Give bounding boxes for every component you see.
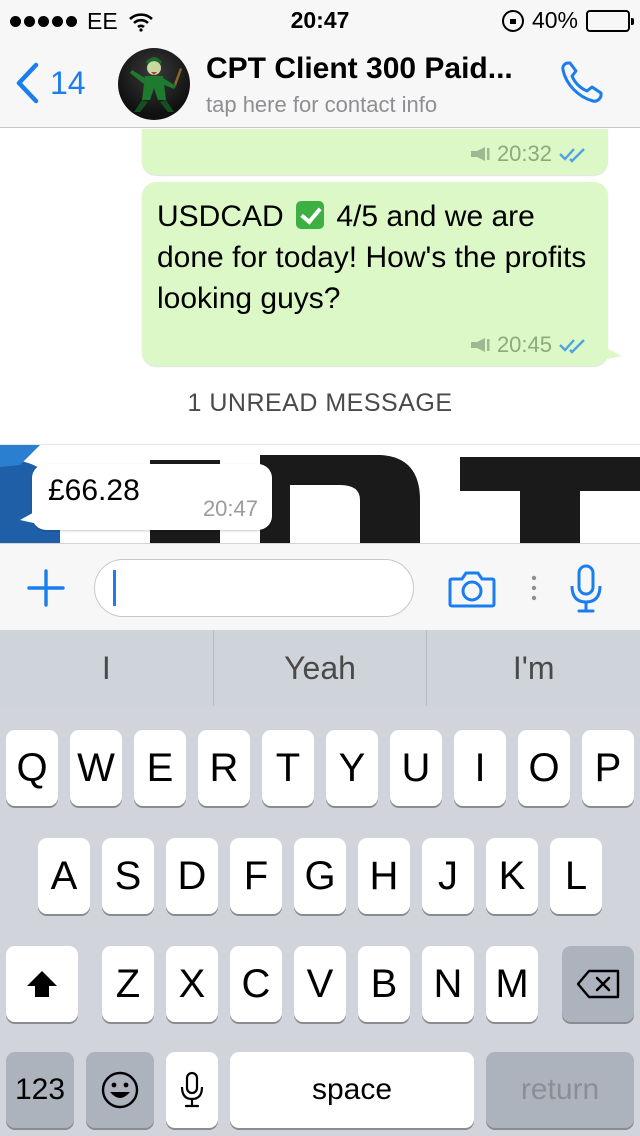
key-y[interactable]: Y: [326, 730, 378, 806]
contact-info-hint[interactable]: tap here for contact info: [206, 92, 437, 118]
message-time: 20:32: [496, 141, 552, 166]
key-o[interactable]: O: [518, 730, 570, 806]
camera-icon[interactable]: [448, 570, 496, 608]
message-bubble-outgoing[interactable]: USDCAD 4/5 and we are done for today! Ho…: [142, 182, 622, 366]
message-text: USDCAD 4/5 and we are done for today! Ho…: [157, 196, 597, 319]
avatar-figure-icon: [130, 57, 182, 112]
phone-call-icon[interactable]: [558, 58, 606, 106]
key-p[interactable]: P: [582, 730, 634, 806]
key-a[interactable]: A: [38, 838, 90, 914]
shift-key[interactable]: [6, 946, 78, 1022]
key-c[interactable]: C: [230, 946, 282, 1022]
key-u[interactable]: U: [390, 730, 442, 806]
contact-name[interactable]: CPT Client 300 Paid...: [206, 52, 513, 86]
unread-messages-banner: 1 UNREAD MESSAGE: [187, 389, 453, 417]
chat-area[interactable]: 20:32 USDCAD 4/5 and we are done for tod…: [0, 129, 640, 543]
key-v[interactable]: V: [294, 946, 346, 1022]
key-n[interactable]: N: [422, 946, 474, 1022]
shift-arrow-icon: [27, 971, 57, 997]
key-j[interactable]: J: [422, 838, 474, 914]
backspace-key[interactable]: [562, 946, 634, 1022]
more-dots-icon: [531, 575, 537, 601]
battery-icon: [586, 9, 634, 32]
key-e[interactable]: E: [134, 730, 186, 806]
text-caret: [113, 570, 116, 606]
key-b[interactable]: B: [358, 946, 410, 1022]
chat-header: 14 CPT Client 300 Paid... tap here for c…: [0, 40, 640, 128]
return-key[interactable]: return: [486, 1052, 634, 1128]
emoji-key[interactable]: [86, 1052, 154, 1128]
key-z[interactable]: Z: [102, 946, 154, 1022]
battery-percent: 40%: [531, 7, 578, 33]
rotation-lock-icon: [501, 9, 524, 32]
key-q[interactable]: Q: [6, 730, 58, 806]
numbers-key[interactable]: 123: [6, 1052, 74, 1128]
key-s[interactable]: S: [102, 838, 154, 914]
message-bubble-outgoing[interactable]: 20:32: [142, 129, 608, 175]
key-i[interactable]: I: [454, 730, 506, 806]
message-time: 20:47: [202, 496, 258, 521]
back-count: 14: [50, 64, 86, 101]
read-ticks-icon: [559, 148, 585, 163]
key-h[interactable]: H: [358, 838, 410, 914]
key-d[interactable]: D: [166, 838, 218, 914]
emoji-smiley-icon: [101, 1071, 139, 1109]
key-x[interactable]: X: [166, 946, 218, 1022]
back-button[interactable]: 14: [14, 62, 86, 104]
suggestion-item[interactable]: I'm: [426, 630, 640, 706]
key-g[interactable]: G: [294, 838, 346, 914]
dictation-mic-icon: [180, 1071, 204, 1108]
status-bar: EE 20:47 40%: [0, 0, 640, 40]
key-f[interactable]: F: [230, 838, 282, 914]
backspace-icon: [576, 969, 620, 999]
message-meta: 20:45: [469, 332, 590, 358]
key-r[interactable]: R: [198, 730, 250, 806]
keyboard: Q W E R T Y U I O P A S D F G H J K L Z …: [0, 706, 640, 1136]
predictive-text-bar: I Yeah I'm: [0, 630, 640, 706]
suggestion-item[interactable]: Yeah: [212, 630, 427, 706]
read-ticks-icon: [559, 339, 585, 354]
contact-avatar[interactable]: [118, 48, 190, 120]
microphone-icon[interactable]: [568, 564, 604, 614]
broadcast-megaphone-icon: [470, 147, 490, 161]
message-input[interactable]: [94, 559, 414, 617]
key-t[interactable]: T: [262, 730, 314, 806]
key-m[interactable]: M: [486, 946, 538, 1022]
check-mark-emoji-icon: [296, 201, 325, 229]
message-text: £66.28: [48, 474, 140, 507]
space-key[interactable]: space: [230, 1052, 474, 1128]
composer-bar: [0, 543, 640, 630]
message-bubble-incoming[interactable]: £66.28 20:47: [20, 464, 272, 530]
message-time: 20:45: [496, 332, 552, 357]
chevron-left-icon: [16, 62, 39, 104]
status-right: 40%: [501, 7, 634, 34]
dictation-key[interactable]: [166, 1052, 218, 1128]
key-l[interactable]: L: [550, 838, 602, 914]
broadcast-megaphone-icon: [470, 338, 490, 352]
message-text-part: USDCAD: [157, 200, 284, 233]
plus-attach-icon[interactable]: [26, 568, 66, 608]
suggestion-item[interactable]: I: [0, 630, 213, 706]
key-k[interactable]: K: [486, 838, 538, 914]
message-meta: 20:32: [469, 141, 590, 167]
key-w[interactable]: W: [70, 730, 122, 806]
